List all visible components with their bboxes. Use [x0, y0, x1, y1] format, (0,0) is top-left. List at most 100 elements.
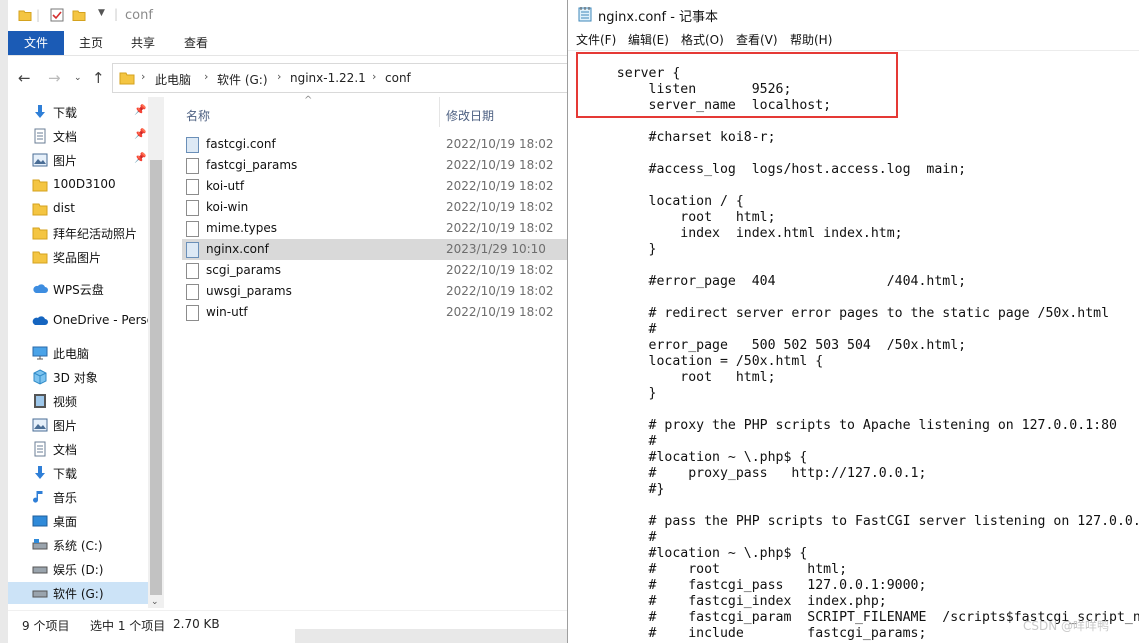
file-name: mime.types — [206, 221, 277, 235]
pictures-icon — [32, 153, 48, 167]
folder-icon — [32, 179, 48, 192]
file-row-scgi-params[interactable]: scgi_params 2022/10/19 18:02 — [182, 260, 567, 281]
file-row-fastcgi-conf[interactable]: fastcgi.conf 2022/10/19 18:02 — [182, 134, 567, 155]
file-row-nginx-conf[interactable]: nginx.conf 2023/1/29 10:10 — [182, 239, 567, 260]
tab-view[interactable]: 查看 — [173, 31, 219, 55]
pin-icon[interactable]: 📌 — [134, 153, 146, 164]
sidebar-item-label: 音乐 — [53, 491, 78, 505]
watermark: CSDN @咩咩鸭 — [1023, 619, 1110, 633]
file-date: 2022/10/19 18:02 — [446, 179, 554, 193]
file-date: 2022/10/19 18:02 — [446, 284, 554, 298]
sidebar-item-label: 3D 对象 — [53, 371, 98, 385]
sidebar-item-documents-pc[interactable]: 文档 — [8, 438, 148, 460]
file-row-win-utf[interactable]: win-utf 2022/10/19 18:02 — [182, 302, 567, 323]
file-row-koi-utf[interactable]: koi-utf 2022/10/19 18:02 — [182, 176, 567, 197]
sidebar-item-this-pc[interactable]: 此电脑 — [8, 342, 148, 364]
download-arrow-icon — [35, 105, 45, 118]
sidebar-item-downloads[interactable]: 下载 📌 — [8, 101, 148, 123]
menu-view[interactable]: 查看(V) — [736, 31, 778, 48]
menu-edit[interactable]: 编辑(E) — [628, 31, 669, 48]
pin-icon[interactable]: 📌 — [134, 129, 146, 140]
breadcrumb-separator-icon: › — [372, 70, 377, 83]
code-line: # proxy_pass http://127.0.0.1; — [585, 466, 927, 481]
breadcrumb-conf[interactable]: conf — [385, 71, 411, 85]
code-line: #} — [585, 482, 665, 497]
file-list: 名称 ^ 修改日期 fastcgi.conf 2022/10/19 18:02 … — [176, 95, 567, 608]
column-header-modified[interactable]: 修改日期 — [446, 107, 494, 124]
sidebar-item-drive-d[interactable]: 娱乐 (D:) — [8, 558, 148, 580]
sidebar-item-100d3100[interactable]: 100D3100 — [8, 174, 148, 196]
code-line: root html; — [585, 210, 776, 225]
quick-access-dropdown-icon[interactable]: ▼ — [98, 8, 105, 18]
background-window-edge — [0, 0, 8, 643]
annotation-highlight-box — [576, 52, 898, 118]
column-header-name[interactable]: 名称 — [186, 107, 210, 124]
scroll-down-chevron-icon[interactable]: ⌄ — [151, 597, 159, 607]
breadcrumb-separator-icon: › — [204, 70, 209, 83]
file-explorer-window: | ▼ | conf 文件 主页 共享 查看 ← → ⌄ ↑ › 此电脑 › 软… — [0, 0, 567, 643]
nav-pane-scrollbar-thumb[interactable] — [150, 160, 162, 595]
new-folder-icon[interactable] — [72, 8, 86, 22]
sidebar-item-videos[interactable]: 视频 — [8, 390, 148, 412]
window-title: nginx.conf - 记事本 — [598, 10, 719, 25]
code-line: } — [585, 386, 657, 401]
menu-file[interactable]: 文件(F) — [576, 31, 616, 48]
file-name: fastcgi_params — [206, 158, 298, 172]
folder-icon — [32, 251, 48, 264]
video-icon — [34, 394, 46, 408]
sidebar-item-pictures[interactable]: 图片 📌 — [8, 149, 148, 171]
text-editor-area[interactable]: server { listen 9526; server_name localh… — [568, 51, 1139, 643]
breadcrumb-this-pc[interactable]: 此电脑 — [155, 71, 191, 88]
code-line: root html; — [585, 370, 776, 385]
forward-arrow-icon[interactable]: → — [48, 69, 61, 87]
tab-file[interactable]: 文件 — [8, 31, 64, 55]
sidebar-item-pictures-pc[interactable]: 图片 — [8, 414, 148, 436]
file-row-fastcgi-params[interactable]: fastcgi_params 2022/10/19 18:02 — [182, 155, 567, 176]
file-icon — [186, 305, 199, 321]
pin-icon[interactable]: 📌 — [134, 105, 146, 116]
up-arrow-icon[interactable]: ↑ — [92, 69, 105, 87]
file-row-uwsgi-params[interactable]: uwsgi_params 2022/10/19 18:02 — [182, 281, 567, 302]
sidebar-item-drive-g[interactable]: 软件 (G:) — [8, 582, 148, 604]
sidebar-item-new-year-photos[interactable]: 拜年纪活动照片 — [8, 222, 148, 244]
code-line: location = /50x.html { — [585, 354, 824, 369]
code-line: index index.html index.htm; — [585, 226, 903, 241]
sidebar-item-desktop[interactable]: 桌面 — [8, 510, 148, 532]
sidebar-item-label: 100D3100 — [53, 177, 116, 191]
sidebar-item-downloads-pc[interactable]: 下载 — [8, 462, 148, 484]
menu-format[interactable]: 格式(O) — [681, 31, 724, 48]
address-bar[interactable]: › 此电脑 › 软件 (G:) › nginx-1.22.1 › conf — [112, 63, 567, 93]
tab-share[interactable]: 共享 — [120, 31, 166, 55]
breadcrumb-drive-g[interactable]: 软件 (G:) — [217, 71, 268, 88]
tab-home[interactable]: 主页 — [68, 31, 114, 55]
column-divider[interactable] — [439, 97, 440, 127]
menu-help[interactable]: 帮助(H) — [790, 31, 832, 48]
sidebar-item-wps-cloud[interactable]: WPS云盘 — [8, 278, 148, 300]
cloud-icon — [33, 284, 48, 293]
back-arrow-icon[interactable]: ← — [18, 69, 31, 87]
code-line: #access_log logs/host.access.log main; — [585, 162, 967, 177]
sidebar-item-label: 下载 — [53, 106, 78, 120]
recent-locations-chevron-icon[interactable]: ⌄ — [74, 73, 82, 83]
sidebar-item-label: dist — [53, 201, 75, 215]
notepad-menu-bar: 文件(F) 编辑(E) 格式(O) 查看(V) 帮助(H) — [568, 28, 1139, 51]
navigation-pane: 下载 📌 文档 📌 图片 📌 100D3100 dist 拜年纪活动照片 奖品图… — [8, 97, 148, 608]
file-row-koi-win[interactable]: koi-win 2022/10/19 18:02 — [182, 197, 567, 218]
horizontal-scrollbar[interactable] — [295, 629, 567, 643]
sidebar-item-prize-pictures[interactable]: 奖品图片 — [8, 246, 148, 268]
sidebar-item-dist[interactable]: dist — [8, 198, 148, 220]
breadcrumb-nginx[interactable]: nginx-1.22.1 — [290, 71, 366, 85]
sidebar-item-music[interactable]: 音乐 — [8, 486, 148, 508]
file-name: scgi_params — [206, 263, 281, 277]
properties-checkmark-icon[interactable] — [50, 8, 64, 22]
sidebar-item-label: 图片 — [53, 154, 78, 168]
music-note-icon — [33, 491, 43, 503]
sidebar-item-drive-c[interactable]: 系统 (C:) — [8, 534, 148, 556]
code-line: # — [585, 322, 657, 337]
file-row-mime-types[interactable]: mime.types 2022/10/19 18:02 — [182, 218, 567, 239]
sidebar-item-onedrive[interactable]: OneDrive - Perso — [8, 310, 148, 332]
sidebar-item-documents[interactable]: 文档 📌 — [8, 125, 148, 147]
drive-icon — [32, 539, 48, 550]
3d-objects-icon — [33, 369, 47, 385]
sidebar-item-3d-objects[interactable]: 3D 对象 — [8, 366, 148, 388]
